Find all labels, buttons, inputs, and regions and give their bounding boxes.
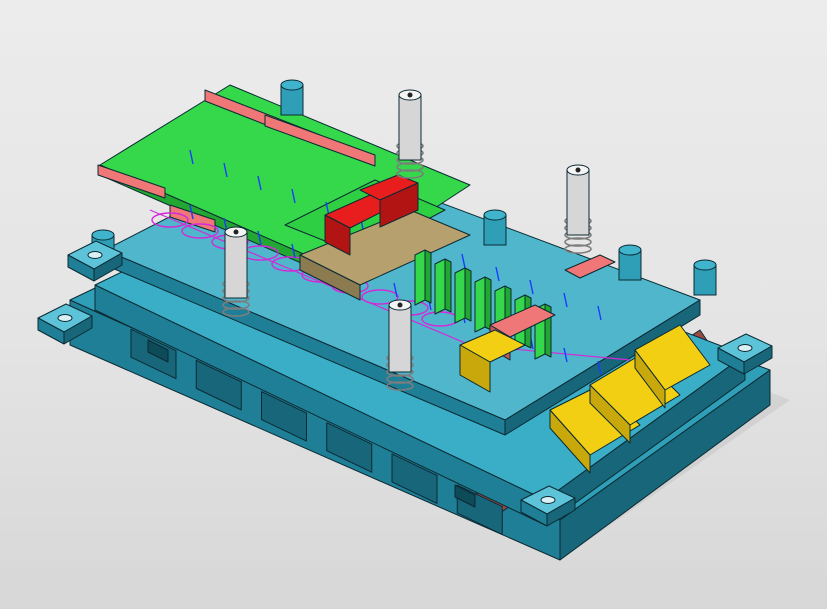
guide-post[interactable]: [386, 299, 414, 391]
bushing-top: [618, 244, 642, 256]
bushing-top: [280, 79, 304, 91]
guide-post-hole: [233, 229, 239, 235]
guide-post-shaft[interactable]: [566, 169, 590, 236]
forming-punch[interactable]: [474, 276, 486, 333]
forming-punch-side: [444, 258, 452, 313]
forming-punch-side: [484, 276, 492, 331]
guide-post-hole: [407, 92, 413, 98]
forming-punch-side: [424, 249, 432, 304]
bushing[interactable]: [280, 79, 304, 116]
stamping-die-3d-model[interactable]: [0, 0, 827, 609]
guide-post-shaft[interactable]: [388, 304, 412, 373]
guide-post-shaft[interactable]: [224, 231, 248, 299]
pad-hole: [57, 314, 73, 322]
cad-viewport[interactable]: [0, 0, 827, 609]
bushing[interactable]: [483, 209, 507, 246]
pad-hole: [540, 496, 556, 504]
guide-post-hole: [397, 302, 403, 308]
pad-hole: [87, 251, 103, 259]
forming-punch-side: [464, 267, 472, 322]
guide-post[interactable]: [564, 164, 592, 254]
bushing[interactable]: [693, 259, 717, 296]
guide-post[interactable]: [396, 89, 424, 179]
bushing-top: [91, 229, 115, 241]
pad-hole: [737, 344, 753, 352]
forming-punch[interactable]: [414, 249, 426, 306]
bushing[interactable]: [618, 244, 642, 281]
guide-post-hole: [575, 167, 581, 173]
bushing-top: [483, 209, 507, 221]
guide-post-shaft[interactable]: [398, 94, 422, 161]
guide-post[interactable]: [222, 226, 250, 317]
bushing-top: [693, 259, 717, 271]
forming-punch[interactable]: [434, 258, 446, 315]
forming-punch[interactable]: [454, 267, 466, 324]
